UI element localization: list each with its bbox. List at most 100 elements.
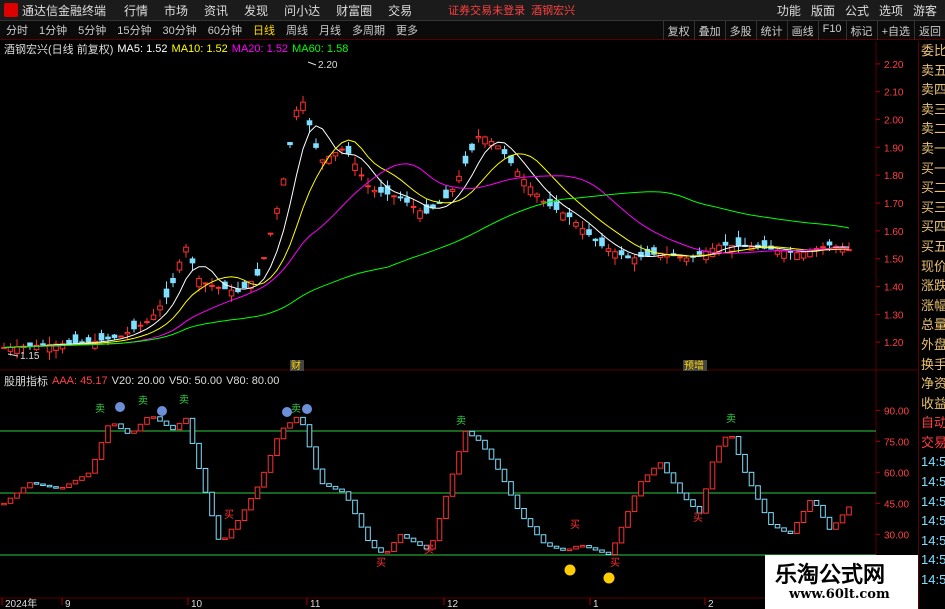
indicator-bar bbox=[371, 540, 378, 549]
candle-body bbox=[722, 241, 729, 246]
indicator-bar bbox=[33, 482, 40, 485]
indicator-bar bbox=[59, 486, 66, 490]
indicator-bar bbox=[40, 483, 46, 487]
date-tick: 12 bbox=[447, 599, 459, 609]
price-tick: 1.60 bbox=[884, 227, 904, 238]
candle-body bbox=[553, 201, 560, 210]
candle-body bbox=[280, 178, 287, 186]
indicator-bar bbox=[475, 435, 482, 441]
candle-body bbox=[332, 152, 339, 157]
indicator-bar bbox=[410, 537, 417, 543]
indicator-bar bbox=[657, 462, 664, 469]
indicator-bar bbox=[313, 446, 319, 470]
panel-item: 买一 bbox=[921, 160, 945, 176]
indicator-bar bbox=[456, 451, 462, 475]
indicator-tick: 75.00 bbox=[884, 437, 909, 448]
indicator-bar bbox=[683, 492, 690, 501]
panel-item: 卖三 bbox=[921, 101, 945, 117]
indicator-bar bbox=[170, 424, 176, 431]
candle-body bbox=[261, 257, 267, 260]
indicator-bar bbox=[248, 497, 254, 511]
candle-body bbox=[605, 248, 612, 252]
indicator-bar bbox=[722, 436, 729, 447]
indicator-bar bbox=[774, 524, 781, 529]
indicator-bar bbox=[846, 506, 852, 516]
indicator-bar bbox=[612, 542, 618, 555]
indicator-bar bbox=[521, 508, 527, 520]
candle-body bbox=[215, 286, 222, 289]
candle-body bbox=[449, 189, 456, 192]
indicator-bar bbox=[358, 513, 365, 528]
indicator-bar bbox=[794, 521, 800, 534]
indicator-bar bbox=[553, 545, 560, 549]
indicator-bar bbox=[566, 548, 573, 552]
high-pointer bbox=[307, 61, 317, 66]
price-tick: 1.90 bbox=[884, 143, 904, 154]
indicator-bar bbox=[274, 438, 280, 457]
candle-body bbox=[293, 109, 300, 118]
indicator-bar bbox=[397, 534, 404, 544]
panel-item: 14:56 bbox=[921, 552, 945, 568]
panel-item[interactable]: 交易 bbox=[919, 433, 945, 453]
indicator-bar bbox=[332, 485, 339, 490]
candle-body bbox=[202, 282, 209, 285]
panel-item: 收益 bbox=[921, 395, 945, 411]
candle-body bbox=[365, 185, 371, 188]
sell-signal: 卖 bbox=[179, 394, 189, 406]
candle-body bbox=[72, 334, 79, 344]
smile-face-icon bbox=[603, 572, 615, 584]
indicator-bar bbox=[300, 416, 306, 426]
indicator-bar bbox=[787, 530, 794, 534]
indicator-bar bbox=[7, 497, 14, 504]
candle-body bbox=[501, 149, 508, 155]
watermark-banner: 乐淘公式网 www.60lt.com bbox=[765, 555, 918, 609]
panel-item: 14:56 bbox=[921, 474, 945, 490]
indicator-bar bbox=[820, 504, 826, 518]
candle-body bbox=[475, 136, 482, 139]
indicator-bar bbox=[501, 468, 508, 483]
price-tick: 1.20 bbox=[884, 338, 904, 349]
btn-back[interactable]: 返回 bbox=[914, 21, 945, 40]
indicator-bar bbox=[449, 473, 456, 497]
indicator-bar bbox=[280, 427, 287, 440]
indicator-bar bbox=[709, 461, 716, 490]
candle-body bbox=[625, 255, 631, 259]
indicator-bar bbox=[469, 430, 475, 437]
indicator-bar bbox=[826, 516, 833, 530]
candle-body bbox=[397, 196, 404, 199]
candle-body bbox=[683, 257, 690, 262]
candle-body bbox=[111, 334, 118, 339]
indicator-bar bbox=[677, 482, 683, 494]
indicator-bar bbox=[768, 512, 774, 526]
candle-body bbox=[631, 257, 638, 265]
chart-canvas[interactable]: 2.20 2.10 2.00 1.90 1.80 1.70 1.60 1.50 1.40 1.30… bbox=[0, 0, 918, 609]
candle-body bbox=[150, 314, 157, 320]
indicator-bar bbox=[267, 455, 274, 473]
sell-signal: 卖 bbox=[95, 403, 105, 415]
indicator-bar bbox=[105, 425, 111, 444]
candle-body bbox=[300, 101, 306, 111]
candle-body bbox=[540, 200, 547, 203]
quote-side-panel: 委比 卖五 卖四 卖三 卖二 卖一 买一 买二 买三 买四 买五 现价 涨跌 涨幅 总量 外盘 换手 净资 收益 自动… bbox=[918, 41, 945, 609]
candle-body bbox=[313, 143, 319, 148]
indicator-bars bbox=[1, 416, 852, 555]
indicator-bar bbox=[326, 483, 332, 487]
candle-body bbox=[371, 189, 378, 193]
indicator-bar bbox=[254, 486, 261, 499]
panel-item: 买四 bbox=[921, 219, 945, 235]
price-tick: 2.20 bbox=[884, 60, 904, 71]
candle-body bbox=[241, 281, 248, 289]
indicator-bar bbox=[579, 545, 586, 548]
price-axis: 2.20 2.10 2.00 1.90 1.80 1.70 1.60 1.50 1.40 1.30… bbox=[876, 60, 904, 349]
indicator-bar bbox=[222, 537, 228, 540]
panel-item: 14:56 bbox=[921, 513, 945, 529]
date-tick: 10 bbox=[191, 599, 203, 609]
indicator-bar bbox=[14, 492, 20, 499]
price-tick: 1.70 bbox=[884, 199, 904, 210]
candle-body bbox=[358, 174, 365, 177]
candle-body bbox=[352, 163, 358, 171]
candle-body bbox=[521, 179, 527, 187]
indicator-bar bbox=[508, 481, 514, 496]
panel-item[interactable]: 自动 bbox=[919, 413, 945, 433]
indicator-bar bbox=[599, 549, 605, 553]
